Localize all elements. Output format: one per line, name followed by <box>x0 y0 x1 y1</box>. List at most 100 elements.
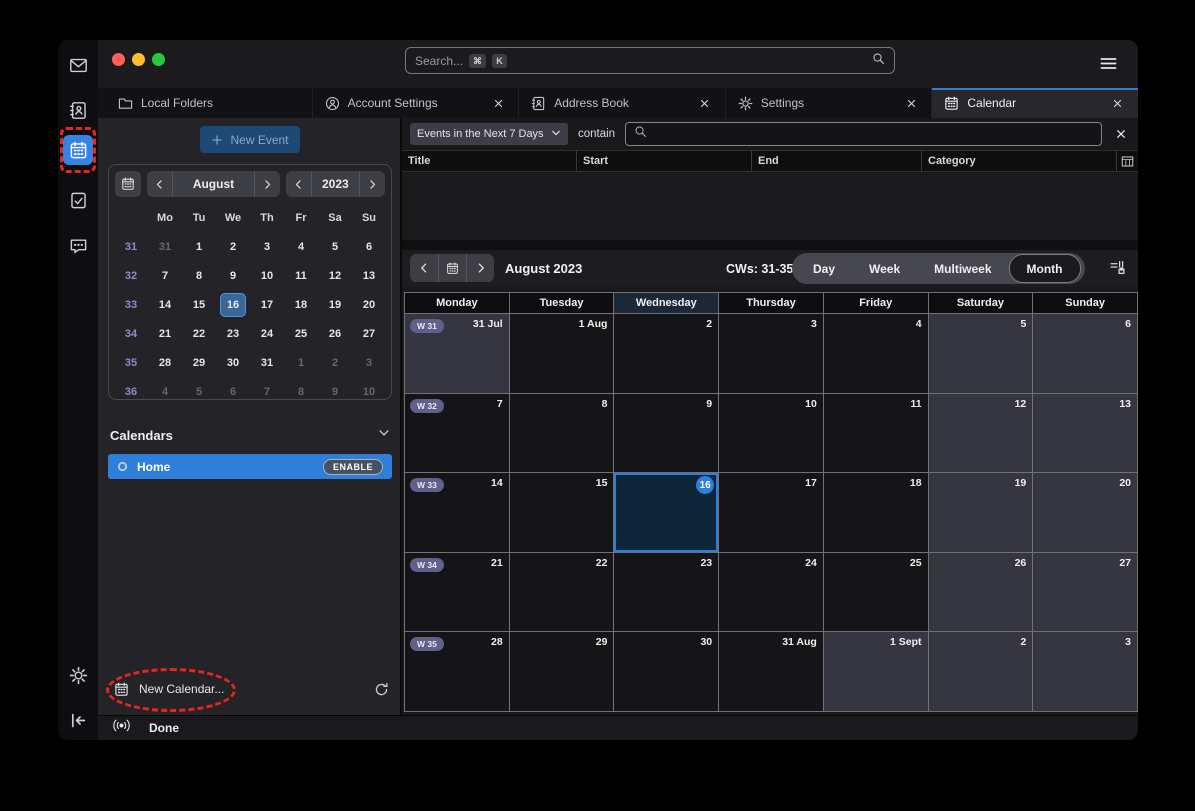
chevron-right-icon[interactable] <box>255 171 280 197</box>
new-event-button[interactable]: New Event <box>200 126 300 153</box>
day-cell-19[interactable]: 19 <box>929 473 1033 552</box>
day-cell-25[interactable]: 25 <box>824 553 928 632</box>
day-cell-2[interactable]: 2 <box>929 632 1033 711</box>
mini-day-cell[interactable]: 3 <box>356 351 382 375</box>
day-cell-12[interactable]: 12 <box>929 394 1033 473</box>
mini-day-cell[interactable]: 6 <box>220 380 246 404</box>
mini-day-cell[interactable]: 10 <box>254 264 280 288</box>
column-header-title[interactable]: Title <box>402 151 577 171</box>
day-cell-2[interactable]: 2 <box>614 314 718 393</box>
close-icon[interactable] <box>1112 128 1130 140</box>
day-cell-20[interactable]: 20 <box>1033 473 1137 552</box>
mini-day-cell[interactable]: 20 <box>356 293 382 317</box>
mini-day-cell[interactable]: 13 <box>356 264 382 288</box>
calendar-icon[interactable] <box>438 254 466 282</box>
close-tab-icon[interactable] <box>1110 95 1126 111</box>
day-cell-14[interactable]: W 3314 <box>405 473 509 552</box>
day-cell-10[interactable]: 10 <box>719 394 823 473</box>
day-cell-23[interactable]: 23 <box>614 553 718 632</box>
mini-day-cell[interactable]: 26 <box>322 322 348 346</box>
column-header-category[interactable]: Category <box>922 151 1117 171</box>
day-cell-9[interactable]: 9 <box>614 394 718 473</box>
sidebar-tasks-button[interactable] <box>63 185 93 215</box>
event-filter-dropdown[interactable]: Events in the Next 7 Days <box>410 123 568 145</box>
day-cell-4[interactable]: 4 <box>824 314 928 393</box>
day-cell-31-aug[interactable]: 31 Aug <box>719 632 823 711</box>
sidebar-calendar-button[interactable] <box>63 135 93 165</box>
sidebar-collapse-left-button[interactable] <box>63 705 93 735</box>
view-mode-month[interactable]: Month <box>1009 254 1081 283</box>
mini-day-cell[interactable]: 7 <box>152 264 178 288</box>
mini-day-cell[interactable]: 2 <box>220 235 246 259</box>
mini-day-cell[interactable]: 9 <box>220 264 246 288</box>
event-search-input[interactable] <box>625 122 1102 146</box>
mini-day-cell[interactable]: 8 <box>288 380 314 404</box>
day-cell-3[interactable]: 3 <box>719 314 823 393</box>
day-cell-15[interactable]: 15 <box>510 473 614 552</box>
mini-day-cell[interactable]: 31 <box>152 235 178 259</box>
close-window-button[interactable] <box>112 53 125 66</box>
day-cell-18[interactable]: 18 <box>824 473 928 552</box>
day-cell-13[interactable]: 13 <box>1033 394 1137 473</box>
mini-day-cell[interactable]: 22 <box>186 322 212 346</box>
day-cell-27[interactable]: 27 <box>1033 553 1137 632</box>
close-tab-icon[interactable] <box>490 95 506 111</box>
mini-day-cell[interactable]: 28 <box>152 351 178 375</box>
zoom-window-button[interactable] <box>152 53 165 66</box>
mini-day-cell[interactable]: 1 <box>186 235 212 259</box>
day-cell-30[interactable]: 30 <box>614 632 718 711</box>
sidebar-gear-button[interactable] <box>63 660 93 690</box>
day-cell-8[interactable]: 8 <box>510 394 614 473</box>
day-cell-1-aug[interactable]: 1 Aug <box>510 314 614 393</box>
mini-day-cell[interactable]: 21 <box>152 322 178 346</box>
new-calendar-button[interactable]: New Calendar... <box>114 678 224 700</box>
calendars-section-header[interactable]: Calendars <box>110 426 390 444</box>
tab-account-settings[interactable]: Account Settings <box>312 88 519 118</box>
mini-day-cell[interactable]: 15 <box>186 293 212 317</box>
mini-day-cell[interactable]: 8 <box>186 264 212 288</box>
day-cell-28[interactable]: W 3528 <box>405 632 509 711</box>
day-cell-21[interactable]: W 3421 <box>405 553 509 632</box>
day-cell-7[interactable]: W 327 <box>405 394 509 473</box>
mini-day-cell[interactable]: 2 <box>322 351 348 375</box>
sidebar-address-book-button[interactable] <box>63 95 93 125</box>
mini-day-cell[interactable]: 24 <box>254 322 280 346</box>
tab-settings[interactable]: Settings <box>725 88 932 118</box>
mini-day-cell[interactable]: 7 <box>254 380 280 404</box>
day-cell-3[interactable]: 3 <box>1033 632 1137 711</box>
tab-calendar[interactable]: Calendar <box>931 88 1138 118</box>
mini-day-cell[interactable]: 19 <box>322 293 348 317</box>
mini-day-cell[interactable]: 5 <box>322 235 348 259</box>
day-cell-31-jul[interactable]: W 3131 Jul <box>405 314 509 393</box>
mini-day-cell[interactable]: 25 <box>288 322 314 346</box>
refresh-icon[interactable] <box>370 678 392 700</box>
day-cell-22[interactable]: 22 <box>510 553 614 632</box>
chevron-left-icon[interactable] <box>286 171 311 197</box>
mini-day-cell[interactable]: 31 <box>254 351 280 375</box>
day-cell-1-sept[interactable]: 1 Sept <box>824 632 928 711</box>
global-search-input[interactable]: Search... ⌘ K <box>405 47 895 74</box>
mini-day-cell[interactable]: 18 <box>288 293 314 317</box>
view-mode-multiweek[interactable]: Multiweek <box>917 254 1008 283</box>
mini-day-cell[interactable]: 29 <box>186 351 212 375</box>
day-cell-29[interactable]: 29 <box>510 632 614 711</box>
mini-day-cell[interactable]: 27 <box>356 322 382 346</box>
chevron-left-icon[interactable] <box>410 254 438 282</box>
sidebar-mail-button[interactable] <box>63 50 93 80</box>
sidebar-chat-button[interactable] <box>63 230 93 260</box>
mini-day-cell[interactable]: 30 <box>220 351 246 375</box>
enable-badge[interactable]: ENABLE <box>323 459 383 475</box>
mini-day-cell[interactable]: 23 <box>220 322 246 346</box>
day-cell-17[interactable]: 17 <box>719 473 823 552</box>
mini-day-cell[interactable]: 6 <box>356 235 382 259</box>
day-cell-11[interactable]: 11 <box>824 394 928 473</box>
chevron-right-icon[interactable] <box>360 171 385 197</box>
mini-day-cell[interactable]: 10 <box>356 380 382 404</box>
mini-day-cell[interactable]: 1 <box>288 351 314 375</box>
mini-day-cell[interactable]: 12 <box>322 264 348 288</box>
pane-splitter[interactable] <box>402 240 1138 250</box>
mini-day-cell[interactable]: 17 <box>254 293 280 317</box>
view-mode-day[interactable]: Day <box>796 254 852 283</box>
chevron-right-icon[interactable] <box>466 254 494 282</box>
day-cell-26[interactable]: 26 <box>929 553 1033 632</box>
